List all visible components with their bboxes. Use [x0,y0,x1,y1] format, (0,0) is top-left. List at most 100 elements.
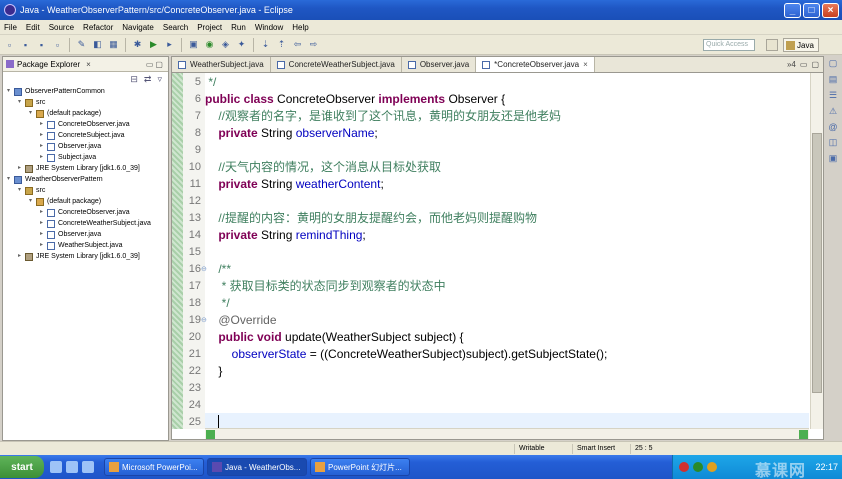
code-line[interactable]: 19 ⊖ @Override [189,311,809,328]
new-class-icon[interactable]: ◉ [203,38,216,51]
task-slideshow[interactable]: PowerPoint 幻灯片... [310,458,410,476]
tree-item[interactable]: ▸ ConcreteObserver.java [3,119,168,130]
menu-project[interactable]: Project [197,23,222,32]
minimize-icon[interactable]: ▭ [800,60,808,69]
twistie-icon[interactable]: ▾ [7,174,14,185]
twistie-icon[interactable]: ▾ [18,185,25,196]
code-line[interactable]: 5 */ [195,73,809,90]
start-button[interactable]: start [0,456,44,478]
tray-icon[interactable] [679,462,689,472]
problems-icon[interactable]: ⚠ [829,106,837,117]
task-powerpoint[interactable]: Microsoft PowerPoi... [104,458,204,476]
scrollbar-thumb[interactable] [812,133,822,393]
twistie-icon[interactable]: ▸ [40,130,47,141]
ie-icon[interactable] [66,461,78,473]
tree-item[interactable]: ▾ WeatherObserverPattern [3,174,168,185]
close-icon[interactable]: × [86,60,91,69]
tree-item[interactable]: ▾ src [3,185,168,196]
tree-item[interactable]: ▾ src [3,97,168,108]
run-icon[interactable]: ▶ [147,38,160,51]
code-area[interactable]: 5 */ 6 public class ConcreteObserver imple… [172,73,823,429]
code-line[interactable]: 8 private String observerName; [195,124,809,141]
tree-item[interactable]: ▸ Observer.java [3,229,168,240]
code-line[interactable]: 9 [195,141,809,158]
new-icon[interactable]: ▫ [3,38,16,51]
twistie-icon[interactable]: ▸ [40,141,47,152]
twistie-icon[interactable]: ▾ [29,108,36,119]
code-line[interactable]: 14 private String remindThing; [189,226,809,243]
menu-search[interactable]: Search [163,23,188,32]
code-line[interactable]: 7 //观察者的名字，是谁收到了这个讯息，黄明的女朋友还是他老妈 [195,107,809,124]
debug-icon[interactable]: ✱ [131,38,144,51]
tree-item[interactable]: ▸ ConcreteObserver.java [3,207,168,218]
maximize-icon[interactable]: ▢ [811,60,819,69]
quick-access-input[interactable]: Quick Access [703,39,755,51]
twistie-icon[interactable]: ▾ [18,97,25,108]
vertical-scrollbar[interactable] [810,73,823,429]
tree-item[interactable]: ▸ Observer.java [3,141,168,152]
tree-item[interactable]: ▾ (default package) [3,108,168,119]
package-explorer-tab[interactable]: Package Explorer × ▭▢ [3,57,168,72]
scroll-left-icon[interactable] [206,430,215,439]
code-line[interactable]: 15 [189,243,809,260]
twistie-icon[interactable]: ▸ [40,119,47,130]
mark-icon[interactable]: ▦ [107,38,120,51]
code-line[interactable]: 21 observerState = ((ConcreteWeatherSubj… [189,345,809,362]
code-line[interactable]: 24 [189,396,809,413]
fold-icon[interactable]: ⊖ [201,265,207,273]
code-line[interactable]: 11 private String weatherContent; [190,175,809,192]
code-line[interactable]: 6 public class ConcreteObserver implement… [195,90,809,107]
code-line[interactable]: 18 */ [189,294,809,311]
code-line[interactable]: 13 //提醒的内容：黄明的女朋友提醒约会，而他老妈则提醒购物 [189,209,809,226]
tray-icon[interactable] [693,462,703,472]
save-all-icon[interactable]: ▪ [35,38,48,51]
tabs-overflow[interactable]: »4 [787,60,796,69]
code-line[interactable]: 17 * 获取目标类的状态同步到观察者的状态中 [189,277,809,294]
new-package-icon[interactable]: ▣ [187,38,200,51]
view-menu-icon[interactable]: ▿ [157,74,162,85]
menu-edit[interactable]: Edit [26,23,40,32]
fold-icon[interactable]: ⊖ [201,316,207,324]
close-tab-icon[interactable]: × [583,60,588,69]
save-icon[interactable]: ▪ [19,38,32,51]
declaration-icon[interactable]: ◫ [829,137,838,148]
tree-item[interactable]: ▸ ConcreteWeatherSubject.java [3,218,168,229]
print-icon[interactable]: ▫ [51,38,64,51]
tasks-icon[interactable]: ☰ [829,90,837,101]
restore-icon[interactable]: ▢ [829,58,838,69]
twistie-icon[interactable]: ▸ [18,163,25,174]
search-icon[interactable]: ✦ [235,38,248,51]
tree-item[interactable]: ▸ ConcreteSubject.java [3,130,168,141]
tool-icon[interactable]: ✎ [75,38,88,51]
maximize-button[interactable]: □ [803,2,820,18]
code-line[interactable]: 10 //天气内容的情况，这个消息从目标处获取 [189,158,809,175]
open-perspective-button[interactable] [766,39,778,51]
menu-file[interactable]: File [4,23,17,32]
editor-tab[interactable]: WeatherSubject.java [172,57,271,72]
editor-tab[interactable]: Observer.java [402,57,477,72]
minimize-maximize-icons[interactable]: ▭▢ [146,60,165,69]
back-icon[interactable]: ⇦ [291,38,304,51]
tree-item[interactable]: ▸ Subject.java [3,152,168,163]
menu-run[interactable]: Run [231,23,246,32]
twistie-icon[interactable]: ▾ [7,86,14,97]
annotation-next-icon[interactable]: ⇣ [259,38,272,51]
console-icon[interactable]: ▣ [829,153,838,164]
code-line[interactable]: 22 } [189,362,809,379]
menu-navigate[interactable]: Navigate [122,23,154,32]
toggle-icon[interactable]: ◧ [91,38,104,51]
tree-item[interactable]: ▸ JRE System Library [jdk1.6.0_39] [3,163,168,174]
menu-source[interactable]: Source [49,23,74,32]
tree-item[interactable]: ▸ WeatherSubject.java [3,240,168,251]
twistie-icon[interactable]: ▸ [40,152,47,163]
external-tools-icon[interactable]: ▸ [163,38,176,51]
annotation-prev-icon[interactable]: ⇡ [275,38,288,51]
desktop-icon[interactable] [50,461,62,473]
code-line[interactable]: 20 public void update(WeatherSubject sub… [189,328,809,345]
tray-icon[interactable] [707,462,717,472]
chrome-icon[interactable] [82,461,94,473]
forward-icon[interactable]: ⇨ [307,38,320,51]
twistie-icon[interactable]: ▸ [40,240,47,251]
code-content[interactable]: 5 */ 6 public class ConcreteObserver imple… [189,73,809,429]
menu-refactor[interactable]: Refactor [83,23,113,32]
